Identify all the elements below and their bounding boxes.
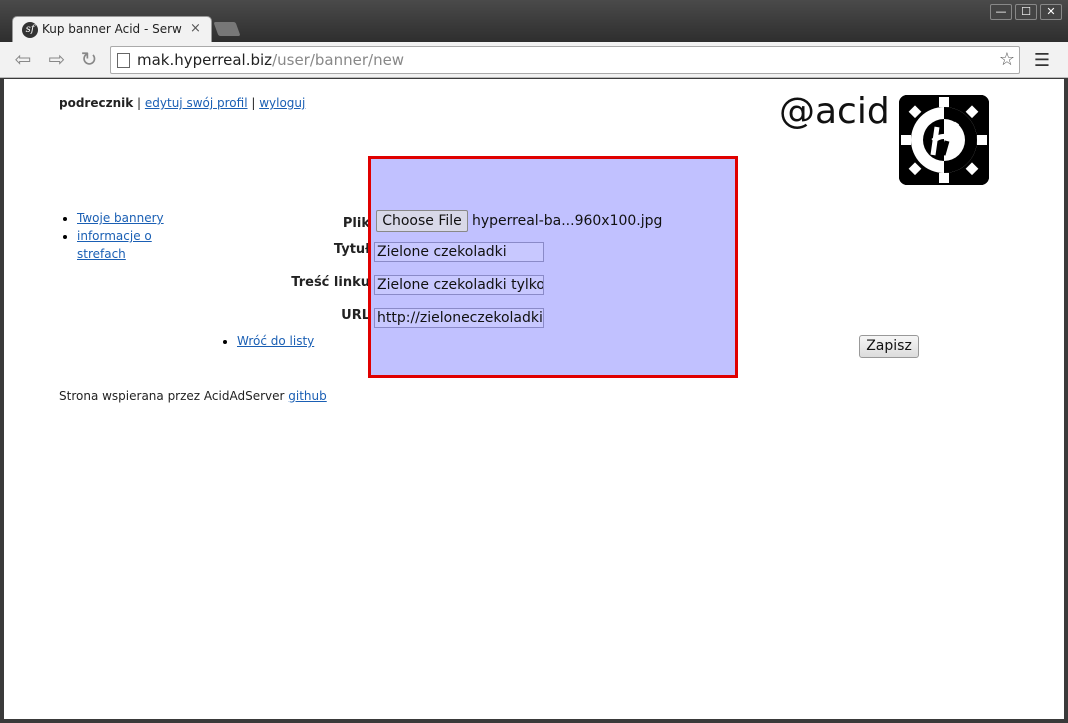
hyperreal-gear-logo — [899, 95, 989, 185]
bookmark-star-icon[interactable]: ☆ — [999, 49, 1015, 70]
title-input[interactable]: Zielone czekoladki — [374, 242, 544, 262]
list-item: Wróć do listy — [237, 334, 314, 348]
symfony-favicon-icon: sf — [22, 22, 38, 38]
back-icon[interactable]: ⇦ — [10, 47, 36, 73]
sidebar-item-informacje-o-strefach[interactable]: informacje o strefach — [77, 229, 152, 261]
tab-title: Kup banner Acid - Serw — [42, 22, 182, 36]
forward-icon[interactable]: ⇨ — [44, 47, 70, 73]
page-content: podrecznik | edytuj swój profil | wylogu… — [4, 79, 1064, 719]
minimize-button[interactable]: — — [990, 4, 1012, 20]
brand-title: @acid — [779, 91, 890, 132]
back-to-list-link[interactable]: Wróć do listy — [237, 334, 314, 348]
page-icon — [117, 53, 130, 68]
tab-close-icon[interactable]: × — [190, 21, 201, 36]
sidebar-menu: Twoje bannery informacje o strefach — [59, 209, 189, 263]
reload-icon[interactable]: ↻ — [76, 47, 102, 73]
sidebar-item: Twoje bannery — [77, 209, 189, 227]
github-link[interactable]: github — [288, 389, 326, 403]
close-window-button[interactable]: ✕ — [1040, 4, 1062, 20]
maximize-button[interactable]: ☐ — [1015, 4, 1037, 20]
edit-profile-link[interactable]: edytuj swój profil — [145, 96, 248, 110]
back-list: Wróć do listy — [219, 334, 314, 348]
url-label: URL — [341, 308, 370, 323]
save-button[interactable]: Zapisz — [859, 335, 919, 358]
browser-toolbar: ⇦ ⇨ ↻ mak.hyperreal.biz/user/banner/new … — [0, 42, 1068, 78]
username: podrecznik — [59, 96, 134, 110]
footer: Strona wspierana przez AcidAdServer gith… — [59, 389, 327, 403]
sidebar-item: informacje o strefach — [77, 227, 189, 263]
url-text: mak.hyperreal.biz/user/banner/new — [137, 51, 405, 69]
link-text-input[interactable]: Zielone czekoladki tylko u — [374, 275, 544, 295]
new-tab-button[interactable] — [213, 22, 241, 36]
logout-link[interactable]: wyloguj — [259, 96, 305, 110]
user-nav: podrecznik | edytuj swój profil | wylogu… — [59, 96, 306, 110]
file-label: Plik — [342, 216, 370, 231]
choose-file-button[interactable]: Choose File — [376, 210, 468, 232]
highlight-overlay — [368, 156, 738, 378]
title-label: Tytuł — [333, 242, 370, 257]
browser-titlebar: sf Kup banner Acid - Serw × — ☐ ✕ — [0, 0, 1068, 42]
selected-file-name: hyperreal-ba...960x100.jpg — [472, 213, 663, 229]
link-text-label: Treść linku — [291, 275, 370, 290]
browser-menu-icon[interactable]: ☰ — [1032, 50, 1052, 71]
address-bar[interactable]: mak.hyperreal.biz/user/banner/new ☆ — [110, 46, 1020, 74]
url-input[interactable]: http://zieloneczekoladki.co — [374, 308, 544, 328]
browser-tab[interactable]: sf Kup banner Acid - Serw × — [12, 16, 212, 42]
sidebar-item-twoje-bannery[interactable]: Twoje bannery — [77, 211, 164, 225]
